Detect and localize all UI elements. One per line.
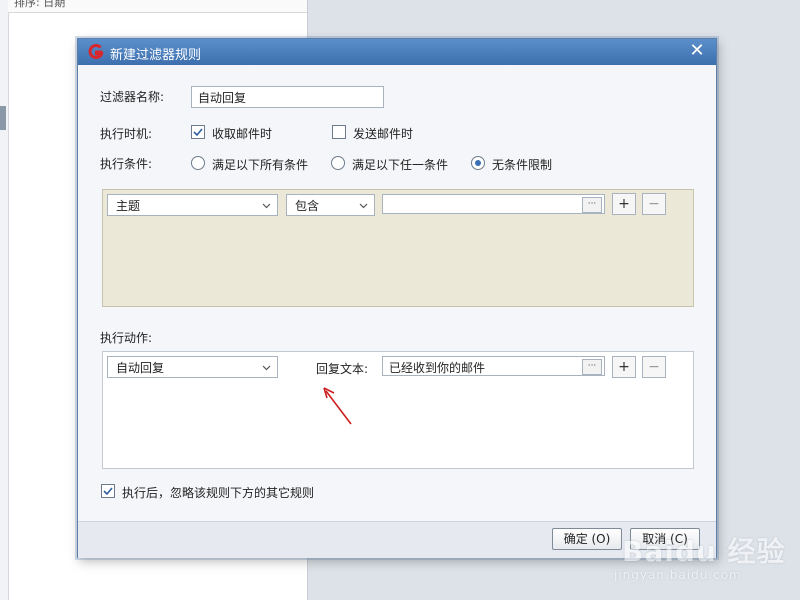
all-conditions-label[interactable]: 满足以下所有条件 (212, 156, 308, 173)
dialog-title: 新建过滤器规则 (110, 48, 202, 63)
skip-following-rules-label[interactable]: 执行后，忽略该规则下方的其它规则 (122, 484, 314, 501)
receive-mail-checkbox[interactable] (191, 125, 205, 139)
receive-mail-label[interactable]: 收取邮件时 (212, 125, 272, 142)
condition-ellipsis-button[interactable]: ··· (582, 197, 602, 213)
reply-text-input[interactable]: 已经收到你的邮件 ··· (382, 356, 605, 376)
condition-operator-select[interactable]: 包含 (286, 194, 375, 216)
action-type-select[interactable]: 自动回复 (107, 356, 278, 378)
exec-action-label: 执行动作: (100, 331, 153, 345)
condition-field-value: 主题 (116, 199, 141, 213)
check-icon (193, 128, 203, 137)
chevron-down-icon (262, 365, 271, 371)
no-condition-label[interactable]: 无条件限制 (492, 156, 552, 173)
send-mail-checkbox[interactable] (332, 125, 346, 139)
condition-field-select[interactable]: 主题 (107, 194, 278, 216)
reply-text-value: 已经收到你的邮件 (389, 361, 486, 375)
check-icon (103, 487, 113, 496)
app-logo-icon (88, 44, 104, 59)
condition-panel: 主题 包含 ··· + − (102, 189, 694, 307)
send-mail-label[interactable]: 发送邮件时 (353, 125, 413, 142)
background-sort-bar[interactable]: 排序: 日期 (8, 0, 307, 13)
background-scroll-marker[interactable] (0, 106, 6, 130)
reply-ellipsis-button[interactable]: ··· (582, 359, 602, 375)
background-side-strip (0, 0, 9, 600)
red-arrow-icon (323, 387, 352, 425)
new-filter-rule-dialog: 新建过滤器规则 ✕ 过滤器名称: 执行时机: 收取邮件时 发送邮件时 执行条件:… (77, 38, 717, 558)
exec-condition-label: 执行条件: (100, 157, 153, 171)
radio-selected-dot (475, 160, 481, 166)
watermark-url: jingyan.baidu.com (614, 568, 742, 582)
any-condition-radio[interactable] (331, 156, 345, 170)
chevron-down-icon (359, 203, 368, 209)
exec-time-label: 执行时机: (100, 127, 153, 141)
skip-following-rules-checkbox[interactable] (101, 484, 115, 498)
add-condition-button[interactable]: + (612, 193, 636, 215)
all-conditions-radio[interactable] (191, 156, 205, 170)
dialog-titlebar[interactable]: 新建过滤器规则 ✕ (78, 39, 716, 65)
remove-action-button[interactable]: − (642, 356, 666, 378)
add-action-button[interactable]: + (612, 356, 636, 378)
close-icon[interactable]: ✕ (688, 42, 706, 60)
baidu-jingyan-watermark: Baidu 经验 jingyan.baidu.com (612, 512, 792, 592)
filter-name-label: 过滤器名称: (100, 90, 165, 104)
action-type-value: 自动回复 (116, 361, 165, 375)
chevron-down-icon (262, 203, 271, 209)
no-condition-radio[interactable] (471, 156, 485, 170)
any-condition-label[interactable]: 满足以下任一条件 (352, 156, 448, 173)
reply-text-label: 回复文本: (316, 362, 369, 376)
watermark-brand: Baidu 经验 (622, 535, 786, 568)
condition-value-input[interactable]: ··· (382, 194, 605, 214)
action-panel: 自动回复 回复文本: 已经收到你的邮件 ··· + − (102, 351, 694, 469)
sort-label[interactable]: 排序: 日期 (14, 0, 65, 10)
filter-name-input[interactable] (191, 86, 384, 108)
remove-condition-button[interactable]: − (642, 193, 666, 215)
condition-operator-value: 包含 (295, 199, 320, 213)
